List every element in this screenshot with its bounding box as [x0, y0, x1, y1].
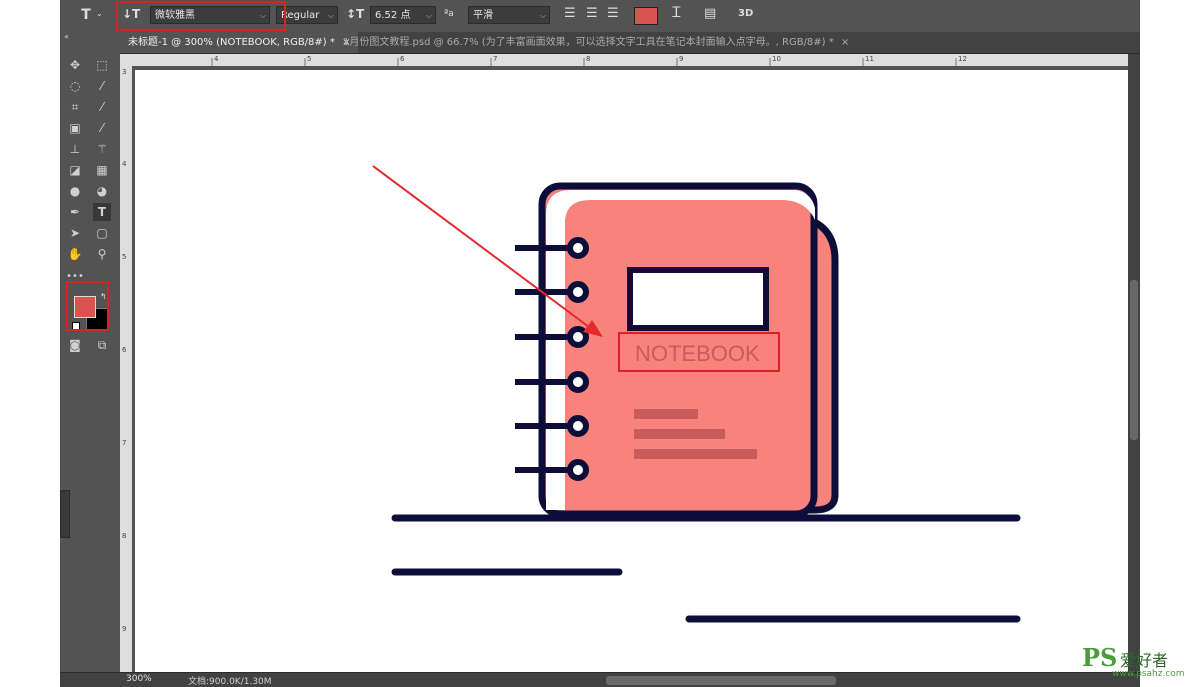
- marquee-tool-icon[interactable]: ⬚: [93, 56, 111, 74]
- ground-lines: [391, 514, 1021, 623]
- pen-tool-icon[interactable]: ✒: [66, 203, 84, 221]
- type-tool-icon[interactable]: T: [93, 203, 111, 221]
- zoom-tool-icon[interactable]: ⚲: [93, 245, 111, 263]
- ruler-number: 8: [122, 532, 127, 540]
- brush-tool-icon[interactable]: ⁄: [93, 119, 111, 137]
- tab-label: 1月份图文教程.psd @ 66.7% (为了丰富画面效果，可以选择文字工具在笔…: [343, 37, 834, 48]
- panel-collapse-strip[interactable]: [60, 490, 70, 538]
- magic-wand-tool-icon[interactable]: ⁄: [93, 77, 111, 95]
- ruler-number: 6: [122, 346, 127, 354]
- healing-brush-tool-icon[interactable]: ▣: [66, 119, 84, 137]
- watermark-ps: PS: [1082, 643, 1118, 672]
- ruler-number: 3: [122, 68, 127, 76]
- ruler-number: 11: [865, 55, 874, 63]
- align-center-icon[interactable]: ☰: [586, 6, 598, 21]
- screen-mode-icon[interactable]: ⧉: [93, 336, 111, 354]
- text-color-swatch[interactable]: [634, 7, 658, 25]
- tab-document-2[interactable]: 1月份图文教程.psd @ 66.7% (为了丰富画面效果，可以选择文字工具在笔…: [335, 32, 857, 53]
- quick-mask-icon[interactable]: ◙: [66, 336, 84, 354]
- ruler-vertical[interactable]: 3 4 5 6 7 8 9: [120, 66, 132, 672]
- chevron-down-icon: ⌵: [539, 11, 546, 20]
- ruler-number: 5: [307, 55, 312, 63]
- ruler-horizontal[interactable]: 4 5 6 7 8 9 10 11 12: [120, 54, 1128, 66]
- blur-tool-icon[interactable]: ●: [66, 182, 84, 200]
- align-right-icon[interactable]: ☰: [607, 6, 619, 21]
- options-bar: T ⌄ ↓T 微软雅黑 ⌵ Regular ⌵ ↕T 6.52 点 ⌵ ªa 平…: [60, 0, 1140, 33]
- document-canvas[interactable]: NOTEBOOK: [135, 70, 1135, 672]
- chevron-down-icon[interactable]: ⌄: [96, 9, 103, 18]
- ruler-number: 7: [493, 55, 498, 63]
- tab-document-1[interactable]: 未标题-1 @ 300% (NOTEBOOK, RGB/8#) * ×: [120, 32, 359, 53]
- ruler-number: 6: [400, 55, 405, 63]
- ruler-number: 9: [122, 625, 127, 633]
- antialias-value: 平滑: [473, 10, 493, 21]
- tab-label: 未标题-1 @ 300% (NOTEBOOK, RGB/8#) *: [128, 37, 335, 48]
- history-brush-tool-icon[interactable]: ⚚: [93, 140, 111, 158]
- ruler-number: 9: [679, 55, 684, 63]
- close-icon[interactable]: ×: [841, 37, 849, 48]
- toolbox: « ✥ ⬚ ◌ ⁄ ⌗ ⁄ ▣ ⁄ ⊥ ⚚ ◪ ▦ ● ◕ ✒ T ➤ ▢ ✋ …: [60, 32, 120, 687]
- watermark-cn: 爱好者: [1120, 651, 1169, 670]
- hand-tool-icon[interactable]: ✋: [66, 245, 84, 263]
- antialias-select[interactable]: 平滑 ⌵: [468, 6, 550, 24]
- ruler-number: 12: [958, 55, 967, 63]
- horizontal-scrollbar-thumb[interactable]: [606, 676, 836, 685]
- document-size[interactable]: 文档:900.0K/1.30M: [188, 674, 272, 687]
- crop-tool-icon[interactable]: ⌗: [66, 98, 84, 116]
- cover-label-window: [627, 267, 769, 331]
- ruler-number: 7: [122, 439, 127, 447]
- warp-text-icon[interactable]: Ꮖ: [672, 5, 681, 21]
- move-tool-icon[interactable]: ✥: [66, 56, 84, 74]
- notebook-text: NOTEBOOK: [635, 341, 760, 366]
- font-style-value: Regular: [281, 10, 320, 21]
- photoshop-window: T ⌄ ↓T 微软雅黑 ⌵ Regular ⌵ ↕T 6.52 点 ⌵ ªa 平…: [60, 0, 1140, 687]
- cover-line: [634, 429, 725, 439]
- scrollbar-thumb[interactable]: [1130, 280, 1138, 440]
- eyedropper-tool-icon[interactable]: ⁄: [93, 98, 111, 116]
- zoom-level[interactable]: 300%: [126, 674, 152, 684]
- status-bar: 300% 文档:900.0K/1.30M: [60, 672, 1140, 687]
- watermark: PS 爱好者 www.psahz.com: [1082, 643, 1192, 683]
- rectangle-tool-icon[interactable]: ▢: [93, 224, 111, 242]
- vertical-scrollbar[interactable]: [1128, 54, 1140, 672]
- align-left-icon[interactable]: ☰: [564, 6, 576, 21]
- path-selection-tool-icon[interactable]: ➤: [66, 224, 84, 242]
- eraser-tool-icon[interactable]: ◪: [66, 161, 84, 179]
- chevron-down-icon: ⌵: [327, 11, 334, 20]
- ruler-number: 8: [586, 55, 591, 63]
- lasso-tool-icon[interactable]: ◌: [66, 77, 84, 95]
- gradient-tool-icon[interactable]: ▦: [93, 161, 111, 179]
- type-tool-preset-icon[interactable]: T: [78, 7, 94, 23]
- font-size-icon: ↕T: [346, 7, 365, 21]
- collapse-panel-icon[interactable]: «: [64, 32, 69, 41]
- color-swatch-highlight: [66, 281, 109, 331]
- ruler-number: 5: [122, 253, 127, 261]
- notebook-illustration: NOTEBOOK: [372, 165, 1021, 623]
- ruler-number: 4: [214, 55, 219, 63]
- font-size-value: 6.52 点: [375, 10, 411, 21]
- antialias-icon: ªa: [444, 9, 454, 19]
- clone-stamp-tool-icon[interactable]: ⊥: [66, 140, 84, 158]
- font-size-select[interactable]: 6.52 点 ⌵: [370, 6, 436, 24]
- character-panel-icon[interactable]: ▤: [704, 6, 716, 21]
- document-tab-bar: 未标题-1 @ 300% (NOTEBOOK, RGB/8#) * × 1月份图…: [120, 32, 1140, 54]
- cover-line: [634, 409, 698, 419]
- ruler-number: 10: [772, 55, 781, 63]
- cover-line: [634, 449, 757, 459]
- font-family-highlight: [116, 1, 286, 31]
- watermark-url: www.psahz.com: [1112, 669, 1185, 679]
- ruler-number: 4: [122, 160, 127, 168]
- dodge-tool-icon[interactable]: ◕: [93, 182, 111, 200]
- chevron-down-icon: ⌵: [425, 11, 432, 20]
- three-d-button[interactable]: 3D: [738, 8, 753, 19]
